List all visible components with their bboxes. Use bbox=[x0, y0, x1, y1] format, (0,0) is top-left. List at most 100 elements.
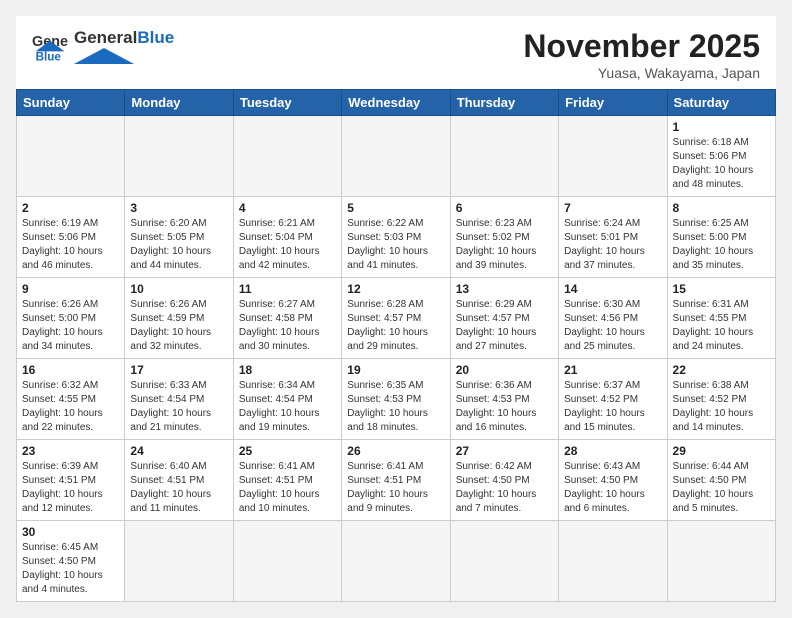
month-title: November 2025 bbox=[523, 28, 760, 65]
day-info: Sunrise: 6:34 AM Sunset: 4:54 PM Dayligh… bbox=[239, 379, 336, 435]
calendar-cell: 14 Sunrise: 6:30 AM Sunset: 4:56 PM Dayli… bbox=[559, 278, 667, 359]
day-info: Sunrise: 6:20 AM Sunset: 5:05 PM Dayligh… bbox=[130, 217, 227, 273]
day-number: 30 bbox=[22, 525, 119, 539]
calendar-table: SundayMondayTuesdayWednesdayThursdayFrid… bbox=[16, 89, 776, 602]
column-header-saturday: Saturday bbox=[667, 90, 775, 116]
column-header-tuesday: Tuesday bbox=[233, 90, 341, 116]
day-number: 5 bbox=[347, 201, 444, 215]
day-number: 29 bbox=[673, 444, 770, 458]
calendar-cell: 3 Sunrise: 6:20 AM Sunset: 5:05 PM Daylig… bbox=[125, 197, 233, 278]
day-number: 28 bbox=[564, 444, 661, 458]
calendar-cell: 2 Sunrise: 6:19 AM Sunset: 5:06 PM Daylig… bbox=[17, 197, 125, 278]
day-number: 9 bbox=[22, 282, 119, 296]
calendar-cell: 11Sunrise: 6:27 AM Sunset: 4:58 PM Dayli… bbox=[233, 278, 341, 359]
day-number: 20 bbox=[456, 363, 553, 377]
calendar-cell: 6Sunrise: 6:23 AM Sunset: 5:02 PM Daylig… bbox=[450, 197, 558, 278]
day-info: Sunrise: 6:36 AM Sunset: 4:53 PM Dayligh… bbox=[456, 379, 553, 435]
day-info: Sunrise: 6:30 AM Sunset: 4:56 PM Dayligh… bbox=[564, 298, 661, 354]
day-info: Sunrise: 6:23 AM Sunset: 5:02 PM Dayligh… bbox=[456, 217, 553, 273]
calendar-cell bbox=[667, 521, 775, 602]
day-number: 8 bbox=[673, 201, 770, 215]
calendar-cell: 27Sunrise: 6:42 AM Sunset: 4:50 PM Dayli… bbox=[450, 440, 558, 521]
calendar-cell: 21Sunrise: 6:37 AM Sunset: 4:52 PM Dayli… bbox=[559, 359, 667, 440]
calendar-cell: 22Sunrise: 6:38 AM Sunset: 4:52 PM Dayli… bbox=[667, 359, 775, 440]
calendar-cell bbox=[559, 116, 667, 197]
day-info: Sunrise: 6:44 AM Sunset: 4:50 PM Dayligh… bbox=[673, 460, 770, 516]
calendar-cell bbox=[342, 116, 450, 197]
calendar-cell: 4 Sunrise: 6:21 AM Sunset: 5:04 PM Daylig… bbox=[233, 197, 341, 278]
day-number: 25 bbox=[239, 444, 336, 458]
day-number: 3 bbox=[130, 201, 227, 215]
day-info: Sunrise: 6:39 AM Sunset: 4:51 PM Dayligh… bbox=[22, 460, 119, 516]
day-info: Sunrise: 6:32 AM Sunset: 4:55 PM Dayligh… bbox=[22, 379, 119, 435]
day-info: Sunrise: 6:18 AM Sunset: 5:06 PM Dayligh… bbox=[673, 136, 770, 192]
title-block: November 2025 Yuasa, Wakayama, Japan bbox=[523, 28, 760, 81]
day-number: 24 bbox=[130, 444, 227, 458]
calendar-page: General Blue GeneralBlue November 2025 Y… bbox=[16, 16, 776, 602]
week-row-5: 23 Sunrise: 6:39 AM Sunset: 4:51 PM Dayli… bbox=[17, 440, 776, 521]
day-number: 2 bbox=[22, 201, 119, 215]
logo-general-text: GeneralBlue bbox=[74, 28, 174, 48]
day-number: 12 bbox=[347, 282, 444, 296]
day-info: Sunrise: 6:28 AM Sunset: 4:57 PM Dayligh… bbox=[347, 298, 444, 354]
calendar-cell: 5 Sunrise: 6:22 AM Sunset: 5:03 PM Daylig… bbox=[342, 197, 450, 278]
day-number: 19 bbox=[347, 363, 444, 377]
logo-icon: General Blue bbox=[32, 28, 68, 64]
day-info: Sunrise: 6:33 AM Sunset: 4:54 PM Dayligh… bbox=[130, 379, 227, 435]
column-header-friday: Friday bbox=[559, 90, 667, 116]
day-number: 4 bbox=[239, 201, 336, 215]
day-info: Sunrise: 6:19 AM Sunset: 5:06 PM Dayligh… bbox=[22, 217, 119, 273]
day-info: Sunrise: 6:31 AM Sunset: 4:55 PM Dayligh… bbox=[673, 298, 770, 354]
week-row-4: 16Sunrise: 6:32 AM Sunset: 4:55 PM Dayli… bbox=[17, 359, 776, 440]
day-info: Sunrise: 6:41 AM Sunset: 4:51 PM Dayligh… bbox=[347, 460, 444, 516]
calendar-cell bbox=[233, 521, 341, 602]
day-number: 10 bbox=[130, 282, 227, 296]
calendar-cell: 8Sunrise: 6:25 AM Sunset: 5:00 PM Daylig… bbox=[667, 197, 775, 278]
column-header-monday: Monday bbox=[125, 90, 233, 116]
calendar-cell: 17 Sunrise: 6:33 AM Sunset: 4:54 PM Dayli… bbox=[125, 359, 233, 440]
day-number: 23 bbox=[22, 444, 119, 458]
day-number: 14 bbox=[564, 282, 661, 296]
calendar-cell: 9 Sunrise: 6:26 AM Sunset: 5:00 PM Daylig… bbox=[17, 278, 125, 359]
svg-text:Blue: Blue bbox=[36, 51, 62, 64]
column-header-sunday: Sunday bbox=[17, 90, 125, 116]
day-number: 1 bbox=[673, 120, 770, 134]
day-info: Sunrise: 6:41 AM Sunset: 4:51 PM Dayligh… bbox=[239, 460, 336, 516]
day-info: Sunrise: 6:37 AM Sunset: 4:52 PM Dayligh… bbox=[564, 379, 661, 435]
calendar-cell: 25 Sunrise: 6:41 AM Sunset: 4:51 PM Dayli… bbox=[233, 440, 341, 521]
day-info: Sunrise: 6:22 AM Sunset: 5:03 PM Dayligh… bbox=[347, 217, 444, 273]
day-info: Sunrise: 6:26 AM Sunset: 4:59 PM Dayligh… bbox=[130, 298, 227, 354]
day-number: 17 bbox=[130, 363, 227, 377]
day-info: Sunrise: 6:45 AM Sunset: 4:50 PM Dayligh… bbox=[22, 541, 119, 597]
day-number: 13 bbox=[456, 282, 553, 296]
day-info: Sunrise: 6:35 AM Sunset: 4:53 PM Dayligh… bbox=[347, 379, 444, 435]
calendar-cell: 20 Sunrise: 6:36 AM Sunset: 4:53 PM Dayli… bbox=[450, 359, 558, 440]
calendar-cell: 15 Sunrise: 6:31 AM Sunset: 4:55 PM Dayli… bbox=[667, 278, 775, 359]
day-number: 15 bbox=[673, 282, 770, 296]
day-number: 18 bbox=[239, 363, 336, 377]
week-row-1: 1 Sunrise: 6:18 AM Sunset: 5:06 PM Daylig… bbox=[17, 116, 776, 197]
logo-triangle bbox=[74, 46, 134, 64]
calendar-cell: 28 Sunrise: 6:43 AM Sunset: 4:50 PM Dayli… bbox=[559, 440, 667, 521]
calendar-cell: 12 Sunrise: 6:28 AM Sunset: 4:57 PM Dayli… bbox=[342, 278, 450, 359]
calendar-cell bbox=[559, 521, 667, 602]
logo: General Blue GeneralBlue bbox=[32, 28, 174, 64]
calendar-cell: 24 Sunrise: 6:40 AM Sunset: 4:51 PM Dayli… bbox=[125, 440, 233, 521]
day-info: Sunrise: 6:26 AM Sunset: 5:00 PM Dayligh… bbox=[22, 298, 119, 354]
calendar-cell bbox=[450, 116, 558, 197]
day-info: Sunrise: 6:43 AM Sunset: 4:50 PM Dayligh… bbox=[564, 460, 661, 516]
day-info: Sunrise: 6:24 AM Sunset: 5:01 PM Dayligh… bbox=[564, 217, 661, 273]
column-header-thursday: Thursday bbox=[450, 90, 558, 116]
day-number: 11 bbox=[239, 282, 336, 296]
calendar-cell bbox=[125, 521, 233, 602]
week-row-3: 9 Sunrise: 6:26 AM Sunset: 5:00 PM Daylig… bbox=[17, 278, 776, 359]
location: Yuasa, Wakayama, Japan bbox=[523, 65, 760, 81]
calendar-cell: 10 Sunrise: 6:26 AM Sunset: 4:59 PM Dayli… bbox=[125, 278, 233, 359]
day-info: Sunrise: 6:40 AM Sunset: 4:51 PM Dayligh… bbox=[130, 460, 227, 516]
calendar-cell: 30 Sunrise: 6:45 AM Sunset: 4:50 PM Dayli… bbox=[17, 521, 125, 602]
calendar-cell: 18 Sunrise: 6:34 AM Sunset: 4:54 PM Dayli… bbox=[233, 359, 341, 440]
page-header: General Blue GeneralBlue November 2025 Y… bbox=[16, 16, 776, 89]
day-info: Sunrise: 6:21 AM Sunset: 5:04 PM Dayligh… bbox=[239, 217, 336, 273]
day-info: Sunrise: 6:29 AM Sunset: 4:57 PM Dayligh… bbox=[456, 298, 553, 354]
calendar-cell bbox=[17, 116, 125, 197]
